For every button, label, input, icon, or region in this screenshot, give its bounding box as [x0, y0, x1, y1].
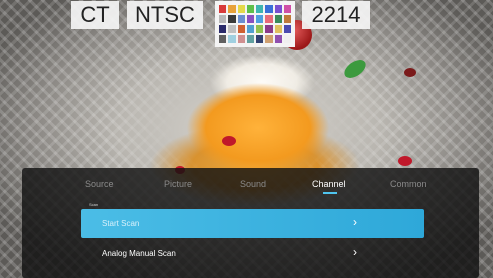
menu-item-analog-manual-scan[interactable]: Analog Manual Scan ›	[81, 239, 424, 268]
settings-panel: Source Picture Sound Channel Common Scan…	[22, 168, 479, 278]
color-swatch	[283, 25, 291, 33]
settings-tab-bar: Source Picture Sound Channel Common	[22, 168, 479, 202]
menu-item-label: Start Scan	[102, 219, 140, 228]
color-swatch	[228, 25, 236, 33]
color-swatch	[274, 25, 282, 33]
color-swatch	[228, 15, 236, 23]
color-swatch	[265, 35, 273, 43]
section-label: Scan	[89, 202, 99, 207]
color-swatch	[265, 5, 273, 13]
color-swatch	[228, 35, 236, 43]
active-tab-indicator	[323, 192, 337, 194]
color-swatch	[265, 25, 273, 33]
color-swatch	[237, 25, 245, 33]
color-swatch	[237, 15, 245, 23]
color-swatch	[256, 35, 264, 43]
color-swatch	[237, 5, 245, 13]
tab-sound[interactable]: Sound	[240, 179, 266, 189]
color-swatch	[265, 15, 273, 23]
color-swatch	[246, 25, 254, 33]
color-swatch	[228, 5, 236, 13]
color-swatch	[237, 35, 245, 43]
color-swatch	[246, 35, 254, 43]
color-swatch	[256, 25, 264, 33]
color-swatch	[219, 15, 227, 23]
color-swatch-grid	[215, 1, 295, 47]
overlay-tag-ct: CT	[71, 1, 119, 29]
tab-common[interactable]: Common	[390, 179, 427, 189]
color-swatch	[283, 35, 291, 43]
tab-picture[interactable]: Picture	[164, 179, 192, 189]
color-swatch	[219, 35, 227, 43]
color-swatch	[283, 5, 291, 13]
sauce-drop	[404, 68, 416, 77]
tab-source[interactable]: Source	[85, 179, 114, 189]
sauce-drop	[222, 136, 236, 146]
color-swatch	[246, 15, 254, 23]
color-swatch	[274, 5, 282, 13]
mint-leaf-decoration	[341, 56, 369, 82]
overlay-channel-number: 2214	[302, 1, 370, 29]
color-swatch	[246, 5, 254, 13]
menu-item-start-scan[interactable]: Start Scan ›	[81, 209, 424, 238]
color-swatch	[256, 15, 264, 23]
menu-item-label: Analog Manual Scan	[102, 249, 176, 258]
overlay-tag-ntsc: NTSC	[127, 1, 203, 29]
color-swatch	[283, 15, 291, 23]
color-swatch	[219, 5, 227, 13]
sauce-drop	[398, 156, 412, 166]
tab-channel[interactable]: Channel	[312, 179, 346, 189]
chevron-right-icon: ›	[353, 215, 357, 229]
color-swatch	[256, 5, 264, 13]
color-swatch	[274, 35, 282, 43]
color-swatch	[274, 15, 282, 23]
color-swatch	[219, 25, 227, 33]
chevron-right-icon: ›	[353, 245, 357, 259]
